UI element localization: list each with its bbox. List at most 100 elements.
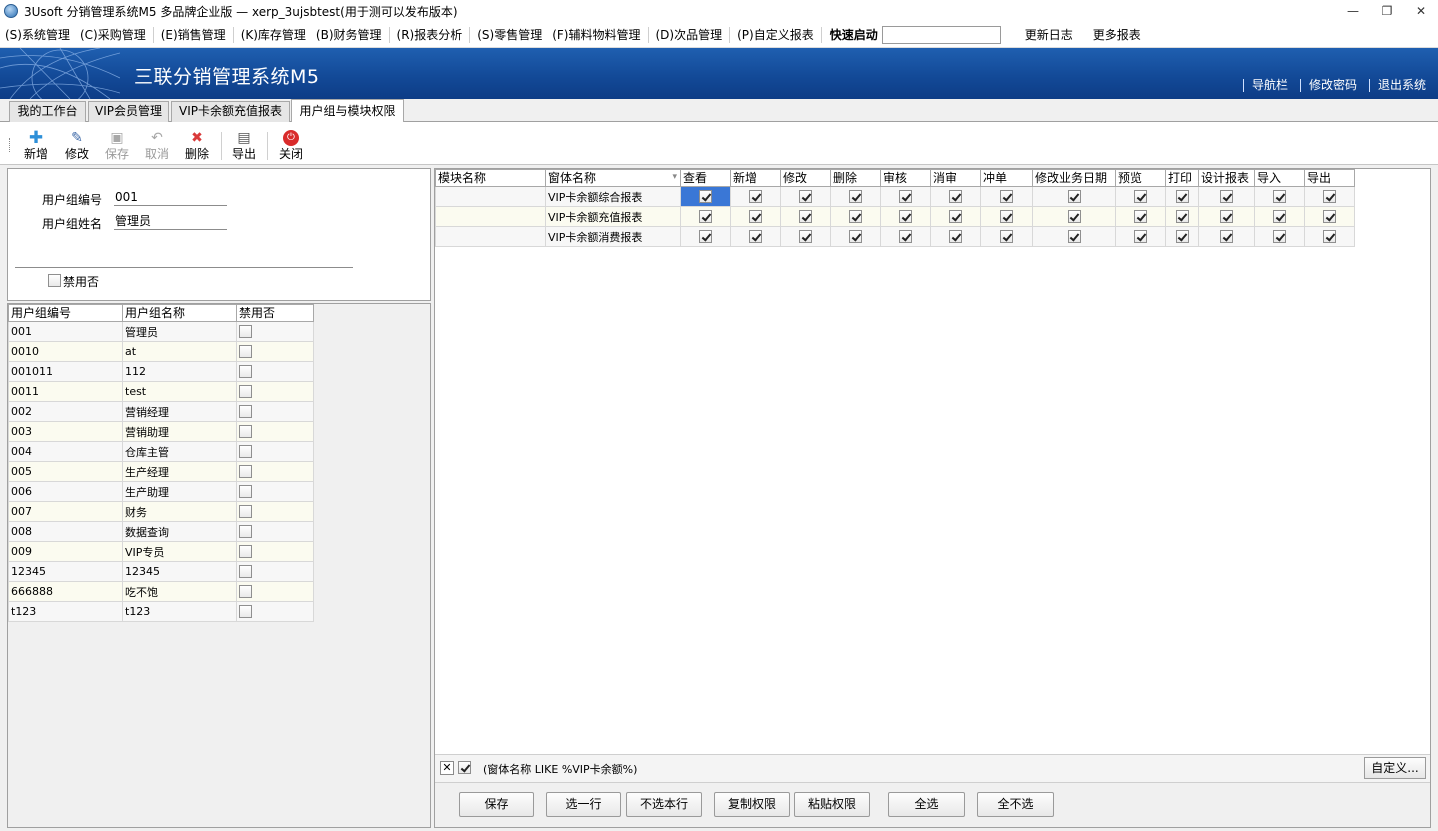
- permission-cell[interactable]: [1254, 206, 1305, 227]
- permission-checkbox[interactable]: [699, 230, 712, 244]
- select-all-button[interactable]: 全选: [888, 792, 965, 817]
- permission-cell[interactable]: [1254, 186, 1305, 207]
- column-header-12[interactable]: 设计报表: [1198, 169, 1255, 187]
- permission-checkbox[interactable]: [1067, 190, 1081, 204]
- permission-checkbox[interactable]: [749, 230, 762, 244]
- permission-cell[interactable]: [730, 186, 781, 207]
- permission-checkbox[interactable]: [849, 230, 862, 244]
- permission-cell[interactable]: [830, 186, 881, 207]
- row-disabled-checkbox[interactable]: [239, 465, 252, 479]
- change-password-link[interactable]: 修改密码: [1299, 79, 1363, 92]
- update-log-link[interactable]: 更新日志: [1015, 26, 1083, 43]
- permission-checkbox[interactable]: [1220, 230, 1233, 244]
- quick-start-input[interactable]: [881, 25, 1001, 44]
- permission-cell[interactable]: [980, 206, 1033, 227]
- row-disabled-checkbox[interactable]: [239, 345, 252, 359]
- permission-cell[interactable]: [1198, 206, 1255, 227]
- column-header-14[interactable]: 导出: [1304, 169, 1355, 187]
- row-disabled-checkbox[interactable]: [239, 605, 252, 619]
- permission-checkbox[interactable]: [899, 230, 912, 244]
- column-header-6[interactable]: 审核: [880, 169, 931, 187]
- permission-checkbox[interactable]: [1000, 210, 1013, 224]
- permission-cell[interactable]: [980, 186, 1033, 207]
- permission-checkbox[interactable]: [1323, 190, 1336, 204]
- column-header-3[interactable]: 新增: [730, 169, 781, 187]
- edit-button[interactable]: ✎ 修改: [60, 130, 94, 162]
- new-button[interactable]: ✚ 新增: [19, 130, 53, 162]
- row-disabled-checkbox[interactable]: [239, 505, 252, 519]
- delete-button[interactable]: ✖ 删除: [180, 130, 214, 162]
- permission-cell[interactable]: [1115, 186, 1166, 207]
- permission-cell[interactable]: [1115, 226, 1166, 247]
- permission-checkbox[interactable]: [849, 210, 862, 224]
- permission-cell[interactable]: [930, 186, 981, 207]
- column-header-5[interactable]: 删除: [830, 169, 881, 187]
- table-row[interactable]: 666888 吃不饱: [8, 581, 314, 602]
- customize-filter-button[interactable]: 自定义...: [1364, 757, 1426, 779]
- row-disabled-checkbox[interactable]: [239, 365, 252, 379]
- table-row[interactable]: 008 数据查询: [8, 521, 314, 542]
- permission-cell[interactable]: [1198, 226, 1255, 247]
- permission-cell[interactable]: [930, 226, 981, 247]
- unselect-row-button[interactable]: 不选本行: [626, 792, 702, 817]
- menu-sales[interactable]: (E)销售管理: [156, 25, 231, 45]
- table-row[interactable]: t123 t123: [8, 601, 314, 622]
- row-disabled-checkbox[interactable]: [239, 565, 252, 579]
- column-filter-icon[interactable]: ▾: [672, 171, 677, 186]
- cancel-button[interactable]: ↶ 取消: [140, 130, 174, 162]
- permission-cell[interactable]: [1304, 226, 1355, 247]
- permission-checkbox[interactable]: [799, 230, 812, 244]
- select-row-button[interactable]: 选一行: [546, 792, 621, 817]
- menu-purchase[interactable]: (C)采购管理: [75, 25, 151, 45]
- group-name-field[interactable]: 管理员: [114, 214, 227, 230]
- permission-cell[interactable]: [1304, 206, 1355, 227]
- menu-custom-reports[interactable]: (P)自定义报表: [732, 25, 819, 45]
- permission-checkbox[interactable]: [949, 230, 962, 244]
- table-row[interactable]: 003 营销助理: [8, 421, 314, 442]
- menu-system[interactable]: (S)系统管理: [0, 25, 75, 45]
- row-disabled-checkbox[interactable]: [239, 425, 252, 439]
- tab-vip-recharge-report[interactable]: VIP卡余额充值报表: [171, 101, 290, 122]
- permission-cell[interactable]: [1304, 186, 1355, 207]
- menu-inventory[interactable]: (K)库存管理: [236, 25, 311, 45]
- permission-checkbox[interactable]: [899, 210, 912, 224]
- table-row[interactable]: 001011 112: [8, 361, 314, 382]
- permission-cell[interactable]: [880, 226, 931, 247]
- permission-cell[interactable]: [930, 206, 981, 227]
- permission-cell[interactable]: [880, 206, 931, 227]
- table-row[interactable]: VIP卡余额充值报表: [435, 206, 1355, 227]
- permission-checkbox[interactable]: [749, 190, 762, 204]
- permission-checkbox[interactable]: [1175, 210, 1189, 224]
- save-toolbar-button[interactable]: ▣ 保存: [100, 130, 134, 162]
- permission-checkbox[interactable]: [1273, 210, 1286, 224]
- permission-cell[interactable]: [1032, 186, 1116, 207]
- permission-checkbox[interactable]: [1220, 190, 1233, 204]
- permission-checkbox[interactable]: [699, 190, 712, 204]
- permission-cell[interactable]: [680, 206, 731, 227]
- permission-checkbox[interactable]: [1067, 230, 1081, 244]
- menu-finance[interactable]: (B)财务管理: [311, 25, 387, 45]
- permission-cell[interactable]: [1032, 226, 1116, 247]
- column-header-4[interactable]: 修改: [780, 169, 831, 187]
- table-row[interactable]: 0010 at: [8, 341, 314, 362]
- table-row[interactable]: 0011 test: [8, 381, 314, 402]
- table-row[interactable]: 002 营销经理: [8, 401, 314, 422]
- permission-cell[interactable]: [830, 206, 881, 227]
- permission-checkbox[interactable]: [749, 210, 762, 224]
- table-row[interactable]: VIP卡余额消费报表: [435, 226, 1355, 247]
- column-header-group-id[interactable]: 用户组编号: [8, 304, 123, 322]
- close-window-button[interactable]: ✕: [1404, 0, 1438, 22]
- table-row[interactable]: 005 生产经理: [8, 461, 314, 482]
- column-header-11[interactable]: 打印: [1165, 169, 1199, 187]
- menu-retail[interactable]: (S)零售管理: [472, 25, 547, 45]
- clear-filter-icon[interactable]: ✕: [440, 761, 454, 775]
- minimize-button[interactable]: —: [1336, 0, 1370, 22]
- select-none-button[interactable]: 全不选: [977, 792, 1054, 817]
- row-disabled-checkbox[interactable]: [239, 325, 252, 339]
- permission-checkbox[interactable]: [1134, 190, 1147, 204]
- row-disabled-checkbox[interactable]: [239, 385, 252, 399]
- table-row[interactable]: 12345 12345: [8, 561, 314, 582]
- permission-checkbox[interactable]: [1323, 230, 1336, 244]
- save-button[interactable]: 保存: [459, 792, 534, 817]
- permission-cell[interactable]: [1165, 226, 1199, 247]
